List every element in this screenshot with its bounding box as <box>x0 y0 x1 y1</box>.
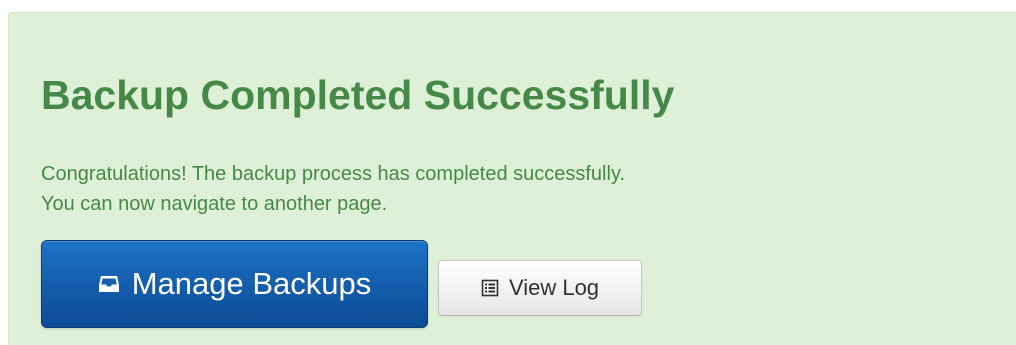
inbox-icon <box>98 273 120 295</box>
view-log-label: View Log <box>508 275 600 300</box>
alert-title: Backup Completed Successfully <box>41 72 675 118</box>
alert-message-line-2: You can now navigate to another page. <box>41 193 388 215</box>
manage-backups-label: Manage Backups <box>131 266 372 301</box>
alert-message: Congratulations! The backup process has … <box>41 159 625 219</box>
manage-backups-button[interactable]: Manage Backups <box>41 240 428 328</box>
backup-success-alert: Backup Completed Successfully Congratula… <box>8 12 1016 345</box>
view-log-button[interactable]: View Log <box>438 260 642 316</box>
alert-message-line-1: Congratulations! The backup process has … <box>41 163 626 185</box>
list-alt-icon <box>481 279 499 297</box>
